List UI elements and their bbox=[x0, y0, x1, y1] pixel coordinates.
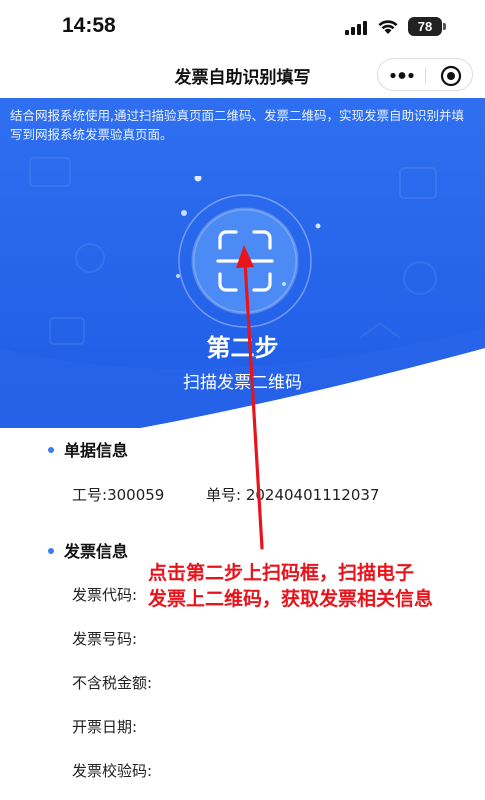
pretax-amount-field[interactable]: 不含税金额: bbox=[72, 672, 152, 693]
status-bar: 14:58 78 bbox=[0, 0, 485, 52]
doc-number-field: 单号: 20240401112037 bbox=[206, 484, 379, 505]
mini-program-capsule bbox=[377, 58, 473, 91]
more-icon[interactable] bbox=[388, 67, 416, 84]
doc-number-label: 单号: bbox=[206, 486, 242, 504]
invoice-code-field[interactable]: 发票代码: bbox=[72, 584, 137, 605]
section-bullet bbox=[48, 547, 54, 554]
battery-indicator: 78 bbox=[408, 17, 442, 36]
employee-id-field: 工号:300059 bbox=[72, 484, 164, 505]
wifi-icon bbox=[378, 20, 398, 34]
hero-description: 结合网报系统使用,通过扫描验真页面二维码、发票二维码，实现发票自助识别并填写到网… bbox=[10, 108, 464, 142]
section-bullet bbox=[48, 446, 54, 453]
annotation-text: 点击第二步上扫码框，扫描电子 发票上二维码，获取发票相关信息 bbox=[148, 560, 433, 612]
invoice-date-field[interactable]: 开票日期: bbox=[72, 716, 137, 737]
hero-banner: 结合网报系统使用,通过扫描验真页面二维码、发票二维码，实现发票自助识别并填写到网… bbox=[0, 98, 485, 428]
status-time: 14:58 bbox=[62, 14, 116, 37]
employee-id-value: 300059 bbox=[107, 486, 165, 504]
signal-icon bbox=[345, 21, 367, 35]
doc-section-label: 单据信息 bbox=[64, 441, 129, 460]
close-target-icon[interactable] bbox=[440, 65, 462, 87]
check-code-field[interactable]: 发票校验码: bbox=[72, 760, 152, 781]
capsule-divider bbox=[425, 67, 426, 84]
invoice-section-label: 发票信息 bbox=[64, 542, 129, 561]
nav-bar: 发票自助识别填写 bbox=[0, 52, 485, 98]
invoice-number-field[interactable]: 发票号码: bbox=[72, 628, 137, 649]
annotation-line-2: 发票上二维码，获取发票相关信息 bbox=[148, 588, 434, 610]
annotation-line-1: 点击第二步上扫码框，扫描电子 bbox=[148, 562, 415, 584]
scan-qr-button[interactable] bbox=[160, 176, 330, 346]
doc-number-value: 20240401112037 bbox=[245, 486, 380, 504]
invoice-section-title: 发票信息 bbox=[48, 538, 128, 562]
step-subtitle: 扫描发票二维码 bbox=[183, 373, 302, 393]
battery-tip bbox=[443, 23, 446, 30]
step-title: 第二步 bbox=[206, 334, 279, 362]
employee-id-label: 工号: bbox=[72, 486, 108, 504]
doc-section-title: 单据信息 bbox=[48, 437, 128, 461]
